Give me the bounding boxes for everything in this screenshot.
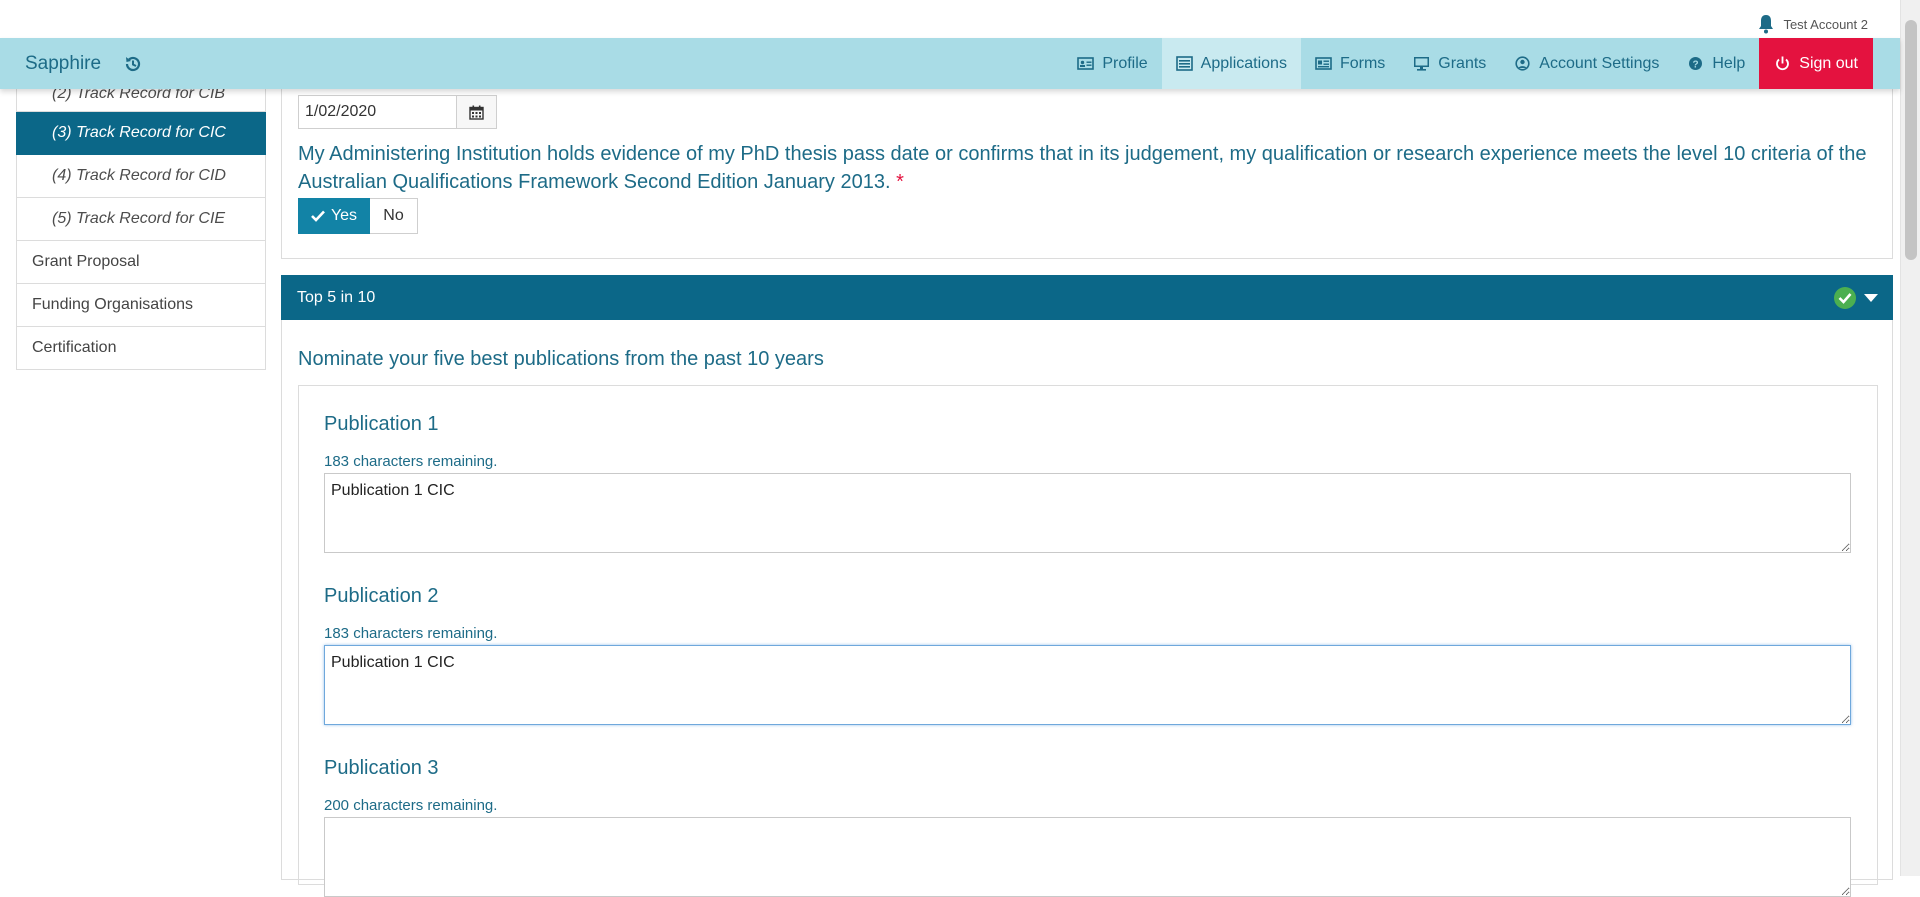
- no-button[interactable]: No: [370, 198, 418, 234]
- signout-label: Sign out: [1799, 54, 1858, 72]
- power-icon: [1776, 56, 1790, 71]
- navbar: Sapphire Profile Applications Forms Gran…: [0, 38, 1900, 89]
- bell-icon[interactable]: [1757, 14, 1775, 34]
- list-icon: [1175, 56, 1193, 71]
- sidebar-item-track-record-cie[interactable]: (5) Track Record for CIE: [16, 198, 266, 241]
- scrollbar-thumb[interactable]: [1905, 20, 1917, 260]
- yes-button[interactable]: Yes: [298, 198, 370, 234]
- check-icon: [311, 210, 325, 222]
- nominate-instructions: Nominate your five best publications fro…: [298, 348, 824, 370]
- date-input[interactable]: [298, 95, 457, 129]
- top-strip: Test Account 2: [0, 0, 1900, 38]
- main-content: My Administering Institution holds evide…: [281, 74, 1893, 897]
- caret-down-icon[interactable]: [1863, 292, 1879, 304]
- sidebar-item-track-record-cic[interactable]: (3) Track Record for CIC: [16, 112, 266, 155]
- sidebar-item-label: (5) Track Record for CIE: [52, 210, 226, 227]
- sidebar-item-label: (4) Track Record for CID: [52, 167, 226, 184]
- signout-button[interactable]: Sign out: [1759, 38, 1873, 89]
- publication-2-title: Publication 2: [324, 585, 439, 607]
- publications-box: Publication 1 183 characters remaining. …: [298, 385, 1878, 897]
- nav-applications-label: Applications: [1200, 54, 1287, 72]
- history-icon[interactable]: [123, 54, 143, 74]
- sidebar-item-certification[interactable]: Certification: [16, 327, 266, 370]
- calendar-button[interactable]: [457, 95, 497, 129]
- id-card-icon: [1077, 57, 1095, 70]
- yes-label: Yes: [330, 207, 358, 224]
- account-area[interactable]: Test Account 2: [1757, 14, 1868, 34]
- publication-1-textarea[interactable]: Publication 1 CIC: [324, 473, 1851, 553]
- sidebar: (2) Track Record for CIB (3) Track Recor…: [16, 74, 266, 370]
- eligibility-card: My Administering Institution holds evide…: [281, 74, 1893, 259]
- section-status: [1833, 286, 1879, 310]
- sidebar-item-track-record-cid[interactable]: (4) Track Record for CID: [16, 155, 266, 198]
- publication-3-remaining: 200 characters remaining.: [324, 797, 498, 814]
- publication-1-title: Publication 1: [324, 413, 439, 435]
- section-header-top5[interactable]: Top 5 in 10: [281, 275, 1893, 320]
- question-circle-icon: ?: [1689, 57, 1703, 71]
- publication-3-title: Publication 3: [324, 757, 439, 779]
- publication-2-remaining: 183 characters remaining.: [324, 625, 498, 642]
- sidebar-item-label: Certification: [32, 339, 117, 356]
- required-marker: *: [896, 171, 904, 193]
- nav-help-label: Help: [1712, 54, 1746, 72]
- nav-help[interactable]: ? Help: [1673, 38, 1759, 89]
- sidebar-item-label: (3) Track Record for CIC: [52, 124, 226, 141]
- sidebar-item-label: Grant Proposal: [32, 253, 140, 270]
- nav-profile-label: Profile: [1102, 54, 1148, 72]
- date-picker: [298, 95, 497, 129]
- nav-profile[interactable]: Profile: [1063, 38, 1161, 89]
- nav-forms[interactable]: Forms: [1301, 38, 1399, 89]
- sidebar-item-grant-proposal[interactable]: Grant Proposal: [16, 241, 266, 284]
- account-name[interactable]: Test Account 2: [1783, 17, 1868, 32]
- no-label: No: [383, 207, 404, 224]
- publication-1-remaining: 183 characters remaining.: [324, 453, 498, 470]
- sidebar-item-funding-organisations[interactable]: Funding Organisations: [16, 284, 266, 327]
- nav-forms-label: Forms: [1339, 54, 1386, 72]
- nav-grants-label: Grants: [1438, 54, 1487, 72]
- brand: Sapphire: [25, 38, 143, 89]
- sidebar-item-label: Funding Organisations: [32, 296, 193, 313]
- check-circle-icon: [1834, 287, 1856, 309]
- nav-links: Profile Applications Forms Grants Accoun…: [1063, 38, 1873, 89]
- section-title: Top 5 in 10: [297, 288, 376, 306]
- nav-account-settings-label: Account Settings: [1539, 54, 1660, 72]
- calendar-icon: [469, 105, 484, 120]
- publication-2-textarea[interactable]: Publication 1 CIC: [324, 645, 1851, 725]
- nav-grants[interactable]: Grants: [1399, 38, 1500, 89]
- phd-question: My Administering Institution holds evide…: [298, 140, 1878, 196]
- newspaper-icon: [1315, 57, 1332, 70]
- nav-account-settings[interactable]: Account Settings: [1500, 38, 1673, 89]
- page-scrollbar[interactable]: [1900, 0, 1920, 876]
- user-circle-icon: [1515, 56, 1530, 71]
- publication-3-textarea[interactable]: [324, 817, 1851, 897]
- nav-applications[interactable]: Applications: [1161, 38, 1301, 89]
- yes-no-toggle: Yes No: [298, 198, 418, 234]
- question-text: My Administering Institution holds evide…: [298, 143, 1867, 193]
- top5-card: Nominate your five best publications fro…: [281, 320, 1893, 897]
- brand-name[interactable]: Sapphire: [25, 53, 101, 75]
- svg-text:?: ?: [1693, 60, 1699, 71]
- monitor-icon: [1414, 57, 1430, 71]
